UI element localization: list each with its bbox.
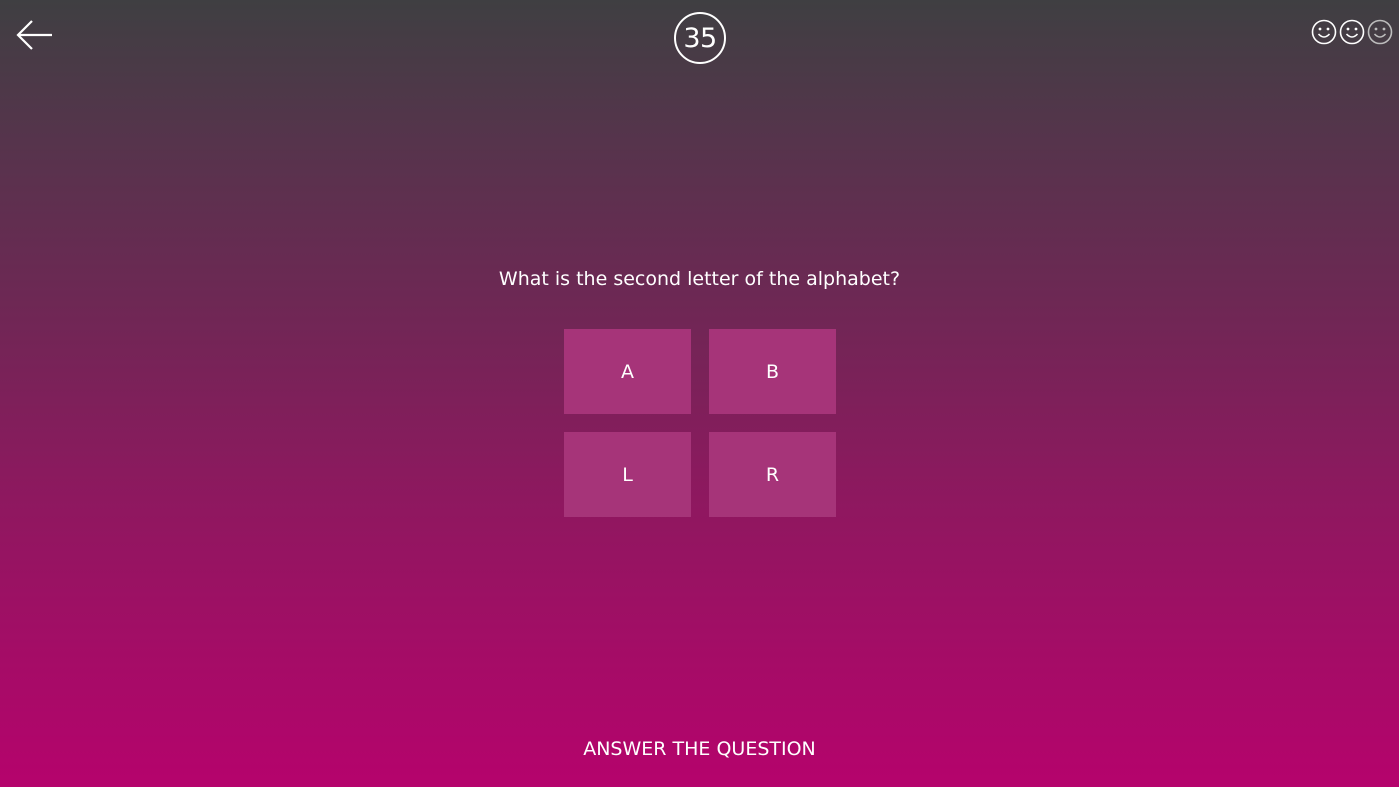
status-prompt: ANSWER THE QUESTION: [583, 738, 816, 760]
answer-button-r[interactable]: R: [709, 432, 836, 517]
back-arrow-icon: [16, 20, 52, 50]
answer-button-a[interactable]: A: [564, 329, 691, 414]
smiley-icon: [1339, 18, 1365, 46]
answer-grid: A B L R: [564, 329, 836, 517]
lives-indicator: [1311, 18, 1393, 46]
smiley-icon: [1367, 18, 1393, 46]
question-text: What is the second letter of the alphabe…: [498, 268, 901, 290]
back-button[interactable]: [14, 14, 56, 56]
answer-button-b[interactable]: B: [709, 329, 836, 414]
answer-button-l[interactable]: L: [564, 432, 691, 517]
smiley-icon: [1311, 18, 1337, 46]
question-number: 35: [683, 22, 717, 54]
question-number-badge: 35: [674, 12, 726, 64]
